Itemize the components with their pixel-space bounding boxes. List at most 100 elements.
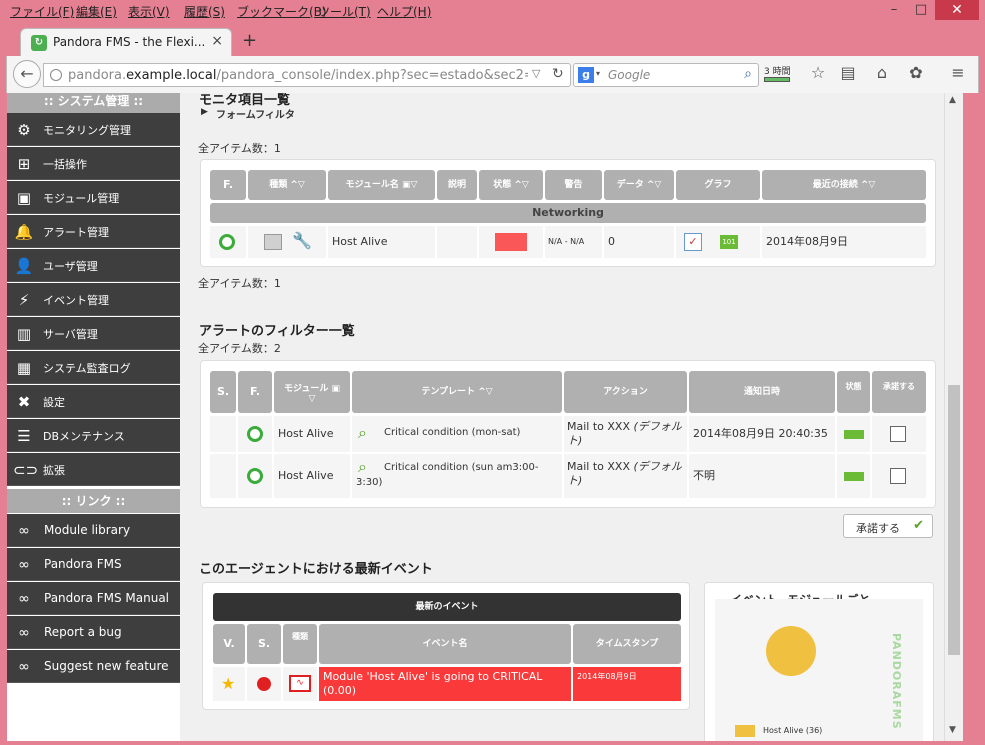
col-last-contact[interactable]: 最近の接続 ^▽ [762, 170, 926, 200]
group-row-networking: Networking [210, 203, 926, 223]
status-ok-icon [247, 468, 263, 484]
sidebar-item-bulk[interactable]: ⊞ 一括操作 [7, 147, 180, 180]
menu-file[interactable]: ファイル(F) [10, 3, 74, 20]
col-template[interactable]: テンプレート ^▽ [352, 371, 562, 413]
tab-title: Pandora FMS - the Flexi... [53, 35, 206, 49]
link-suggest-feature[interactable]: ∞ Suggest new feature [7, 650, 180, 683]
sidebar-item-extensions[interactable]: ⊂⊃ 拡張 [7, 453, 180, 486]
graph-data-badge[interactable]: 101 [720, 235, 738, 249]
col-s[interactable]: S. [210, 371, 236, 413]
menu-help[interactable]: ヘルプ(H) [377, 3, 431, 20]
events-title: このエージェントにおける最新イベント [199, 562, 433, 577]
col-fired[interactable]: 通知日時 [689, 371, 835, 413]
menu-view[interactable]: 表示(V) [128, 3, 170, 20]
maximize-button[interactable]: □ [910, 2, 932, 20]
hamburger-menu-icon[interactable]: ≡ [947, 62, 969, 84]
alert-row2-status [837, 454, 870, 498]
sidebar-item-users[interactable]: 👤 ユーザ管理 [7, 249, 180, 282]
monitor-flag-cell [210, 226, 246, 258]
legend-label: Host Alive (36) [763, 726, 823, 735]
scroll-down-icon[interactable]: ▼ [949, 725, 956, 735]
addon-icon[interactable]: ✿ [905, 62, 927, 84]
tab-close-icon[interactable]: × [211, 33, 223, 49]
sidebar-item-db[interactable]: ☰ DBメンテナンス [7, 419, 180, 452]
url-bar[interactable]: pandora.example.local/pandora_console/in… [43, 63, 571, 87]
event-row-name[interactable]: Module 'Host Alive' is going to CRITICAL… [319, 667, 571, 701]
alert-row2-checkbox[interactable] [890, 468, 906, 484]
col-validate[interactable]: 承諾する [872, 371, 926, 413]
link-pandora-fms[interactable]: ∞ Pandora FMS [7, 548, 180, 581]
sidebar-item-modules[interactable]: ▣ モジュール管理 [7, 181, 180, 214]
url-dropdown-icon[interactable]: ▽ [532, 67, 540, 80]
sidebar-item-alerts[interactable]: 🔔 アラート管理 [7, 215, 180, 248]
menu-tools[interactable]: ツール(T) [318, 3, 371, 20]
new-tab-button[interactable]: + [242, 30, 257, 51]
col-f[interactable]: F. [238, 371, 272, 413]
link-icon: ∞ [18, 523, 30, 539]
star-icon[interactable]: ★ [221, 674, 235, 693]
col-type[interactable]: 種類 ^▽ [248, 170, 326, 200]
col-warning[interactable]: 警告 [545, 170, 602, 200]
user-icon: 👤 [14, 257, 34, 275]
scroll-thumb[interactable] [948, 385, 960, 655]
alert-row2-f [238, 454, 272, 498]
col-status[interactable]: 状態 ^▽ [479, 170, 543, 200]
col-ev-type[interactable]: 種類 [283, 624, 317, 664]
status-ok-icon [247, 426, 263, 442]
col-ev-s[interactable]: S. [247, 624, 281, 664]
col-module-name[interactable]: モジュール名 ▣▽ [328, 170, 435, 200]
col-alert-status[interactable]: 状態 [837, 371, 870, 413]
monitors-table: F. 種類 ^▽ モジュール名 ▣▽ 説明 状態 ^▽ 警告 データ ^▽ グラ… [200, 159, 936, 267]
link-report-bug[interactable]: ∞ Report a bug [7, 616, 180, 649]
alert-row1-checkbox[interactable] [890, 426, 906, 442]
timer-icon[interactable] [764, 77, 790, 82]
navigation-bar: ← pandora.example.local/pandora_console/… [6, 56, 979, 93]
bookmark-star-icon[interactable]: ☆ [807, 62, 829, 84]
col-alert-module[interactable]: モジュール ▣ ▽ [274, 371, 350, 413]
magnifier-icon[interactable]: ⌕ [358, 423, 367, 443]
tab-pandora[interactable]: ↻ Pandora FMS - the Flexi... × [20, 28, 232, 56]
col-data[interactable]: データ ^▽ [604, 170, 674, 200]
alerts-count: 全アイテム数：2 [198, 342, 281, 355]
graph-icon[interactable]: ✓ [684, 233, 702, 251]
monitor-warning-cell: N/A - N/A [545, 226, 602, 258]
col-action[interactable]: アクション [564, 371, 687, 413]
col-ev-timestamp[interactable]: タイムスタンプ [573, 624, 681, 664]
sidebar-item-audit[interactable]: ▦ システム監査ログ [7, 351, 180, 384]
col-description[interactable]: 説明 [437, 170, 477, 200]
alert-row1-fired: 2014年08月9日 20:40:35 [689, 416, 835, 452]
form-filter-toggle[interactable]: フォームフィルタ [216, 106, 295, 121]
search-bar[interactable]: g ▾ Google ⌕ [573, 63, 759, 87]
scroll-up-icon[interactable]: ▲ [949, 95, 956, 105]
back-button[interactable]: ← [13, 60, 41, 88]
menu-bookmarks[interactable]: ブックマーク(B) [237, 3, 327, 20]
link-module-library[interactable]: ∞ Module library [7, 514, 180, 547]
col-flag[interactable]: F. [210, 170, 246, 200]
reading-list-icon[interactable]: ▤ [837, 62, 859, 84]
sidebar-item-servers[interactable]: ▥ サーバ管理 [7, 317, 180, 350]
sidebar-item-monitoring[interactable]: ⚙ モニタリング管理 [7, 113, 180, 146]
sidebar-item-settings[interactable]: ✖ 設定 [7, 385, 180, 418]
search-icon[interactable]: ⌕ [744, 66, 752, 82]
col-ev-v[interactable]: V. [213, 624, 245, 664]
form-filter-arrow-icon[interactable]: ▶ [201, 107, 208, 117]
wrench-icon[interactable]: 🔧 [292, 231, 312, 250]
search-input[interactable]: Google [608, 68, 650, 82]
google-icon[interactable]: g [578, 67, 594, 83]
minimize-button[interactable]: – [883, 2, 905, 20]
timer-label: 3 時間 [764, 67, 791, 77]
alert-row1-template: ⌕ Critical condition (mon-sat) [352, 416, 562, 452]
link-pandora-manual[interactable]: ∞ Pandora FMS Manual [7, 582, 180, 615]
pie-slice-host-alive [766, 626, 816, 676]
menu-history[interactable]: 履歴(S) [184, 3, 225, 20]
menu-edit[interactable]: 編集(E) [76, 3, 117, 20]
page-scrollbar[interactable]: ▲ ▼ [944, 93, 963, 741]
col-ev-name[interactable]: イベント名 [319, 624, 571, 664]
col-graph[interactable]: グラフ [676, 170, 760, 200]
home-icon[interactable]: ⌂ [871, 62, 893, 84]
search-engine-dropdown-icon[interactable]: ▾ [596, 69, 600, 78]
validate-button[interactable]: 承諾する ✔ [843, 514, 933, 538]
reload-icon[interactable]: ↻ [552, 66, 564, 82]
close-window-button[interactable]: ✕ [935, 0, 979, 20]
sidebar-item-events[interactable]: ⚡ イベント管理 [7, 283, 180, 316]
